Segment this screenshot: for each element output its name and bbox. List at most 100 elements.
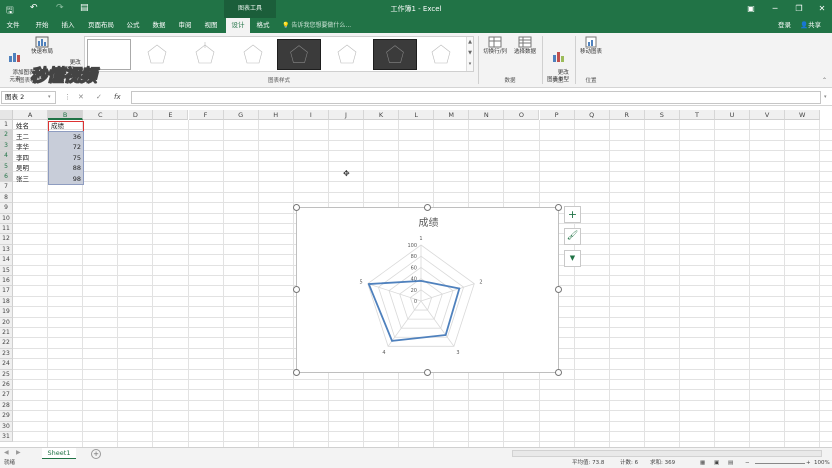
tab-data[interactable]: 数据 (148, 18, 170, 33)
normal-view-icon[interactable]: ▦ (700, 459, 705, 468)
row-header-6[interactable]: 6 (0, 172, 13, 183)
cell-a5[interactable]: 吴明 (14, 163, 48, 173)
column-header-r[interactable]: R (609, 110, 645, 120)
row-header-17[interactable]: 17 (0, 286, 13, 297)
row-header-29[interactable]: 29 (0, 411, 13, 422)
row-header-2[interactable]: 2 (0, 130, 13, 141)
column-header-a[interactable]: A (13, 110, 49, 120)
tell-me-search[interactable]: 💡 告诉我您想要做什么... (282, 18, 351, 33)
column-header-c[interactable]: C (83, 110, 119, 120)
row-header-14[interactable]: 14 (0, 255, 13, 266)
column-header-m[interactable]: M (434, 110, 470, 120)
column-header-n[interactable]: N (469, 110, 505, 120)
column-header-w[interactable]: W (785, 110, 821, 120)
row-header-8[interactable]: 8 (0, 192, 13, 204)
column-header-h[interactable]: H (258, 110, 294, 120)
tab-view[interactable]: 视图 (200, 18, 222, 33)
formula-input[interactable] (131, 91, 821, 104)
cell-b1[interactable]: 成绩 (49, 121, 83, 131)
row-header-3[interactable]: 3 (0, 140, 13, 152)
gallery-scroll[interactable]: ▲ ▼ ▾ (466, 37, 473, 71)
column-header-v[interactable]: V (750, 110, 786, 120)
undo-icon[interactable]: ↶ (30, 3, 38, 13)
column-header-d[interactable]: D (118, 110, 154, 120)
row-header-23[interactable]: 23 (0, 348, 13, 360)
row-header-21[interactable]: 21 (0, 328, 13, 339)
column-header-s[interactable]: S (644, 110, 680, 120)
cell-a4[interactable]: 李四 (14, 153, 48, 163)
column-header-j[interactable]: J (328, 110, 364, 120)
column-header-b[interactable]: B (48, 110, 84, 120)
row-header-26[interactable]: 26 (0, 380, 13, 391)
chart-style-thumb-4[interactable] (231, 39, 275, 70)
row-header-4[interactable]: 4 (0, 151, 13, 162)
row-header-28[interactable]: 28 (0, 400, 13, 412)
chart-style-thumb-7[interactable] (373, 39, 417, 70)
cell-b4[interactable]: 75 (49, 153, 83, 163)
column-header-f[interactable]: F (188, 110, 224, 120)
column-header-o[interactable]: O (504, 110, 540, 120)
row-header-12[interactable]: 12 (0, 234, 13, 245)
horizontal-scrollbar[interactable] (512, 450, 822, 457)
resize-handle-s[interactable] (424, 369, 431, 376)
restore-icon[interactable]: ❐ (790, 2, 808, 16)
select-all-corner[interactable] (0, 110, 13, 120)
insert-function-icon[interactable]: fx (114, 91, 121, 104)
row-header-16[interactable]: 16 (0, 276, 13, 287)
chart-style-thumb-5[interactable] (277, 39, 321, 70)
scroll-left-icon[interactable]: ◀ (4, 449, 9, 456)
row-header-22[interactable]: 22 (0, 338, 13, 349)
row-header-19[interactable]: 19 (0, 307, 13, 318)
column-header-l[interactable]: L (399, 110, 435, 120)
row-header-10[interactable]: 10 (0, 213, 13, 224)
close-icon[interactable]: ✕ (813, 2, 831, 16)
ribbon-display-options-icon[interactable]: ▣ (742, 2, 760, 16)
zoom-in-icon[interactable]: + (806, 459, 811, 468)
row-header-5[interactable]: 5 (0, 161, 13, 172)
chart-styles-brush-icon[interactable]: 🖌 (564, 228, 581, 245)
add-sheet-icon[interactable]: + (91, 449, 101, 459)
column-header-k[interactable]: K (364, 110, 400, 120)
column-header-q[interactable]: Q (574, 110, 610, 120)
share-button[interactable]: 👤共享 (800, 18, 821, 33)
row-header-24[interactable]: 24 (0, 359, 13, 370)
cell-b2[interactable]: 36 (49, 132, 83, 142)
move-chart-button[interactable]: 移动图表 (577, 36, 605, 56)
tab-insert[interactable]: 插入 (56, 18, 80, 33)
column-header-g[interactable]: G (223, 110, 259, 120)
minimize-icon[interactable]: ─ (766, 2, 784, 16)
row-header-1[interactable]: 1 (0, 120, 13, 131)
page-layout-view-icon[interactable]: ▣ (714, 459, 719, 468)
select-data-button[interactable]: 选择数据 (511, 36, 539, 56)
gallery-up-icon[interactable]: ▲ (467, 37, 473, 48)
cell-b5[interactable]: 88 (49, 163, 83, 173)
resize-handle-e[interactable] (555, 286, 562, 293)
tab-review[interactable]: 审阅 (174, 18, 196, 33)
page-break-view-icon[interactable]: ▤ (728, 459, 733, 468)
resize-handle-n[interactable] (424, 204, 431, 211)
tab-file[interactable]: 文件 (2, 18, 24, 33)
row-header-30[interactable]: 30 (0, 421, 13, 432)
row-header-27[interactable]: 27 (0, 390, 13, 401)
cell-a1[interactable]: 姓名 (14, 121, 48, 131)
cell-a2[interactable]: 王二 (14, 132, 48, 142)
row-header-18[interactable]: 18 (0, 296, 13, 308)
row-header-25[interactable]: 25 (0, 369, 13, 380)
resize-handle-w[interactable] (293, 286, 300, 293)
row-header-31[interactable]: 31 (0, 432, 13, 443)
cell-a3[interactable]: 李华 (14, 142, 48, 152)
chart-style-thumb-8[interactable] (419, 39, 463, 70)
row-header-20[interactable]: 20 (0, 317, 13, 328)
zoom-level[interactable]: 100% (814, 459, 830, 468)
redo-icon[interactable]: ↷ (56, 3, 64, 13)
quick-access-customize-icon[interactable]: ▤ (80, 3, 89, 13)
column-header-t[interactable]: T (679, 110, 715, 120)
cell-a6[interactable]: 张三 (14, 174, 48, 184)
row-header-13[interactable]: 13 (0, 244, 13, 256)
chart-style-thumb-2[interactable] (135, 39, 179, 70)
sign-in-link[interactable]: 登录 (778, 18, 791, 33)
chart-style-thumb-3[interactable] (183, 39, 227, 70)
tab-formulas[interactable]: 公式 (122, 18, 144, 33)
name-box-dropdown-icon[interactable]: ▾ (48, 91, 51, 104)
column-header-e[interactable]: E (153, 110, 189, 120)
